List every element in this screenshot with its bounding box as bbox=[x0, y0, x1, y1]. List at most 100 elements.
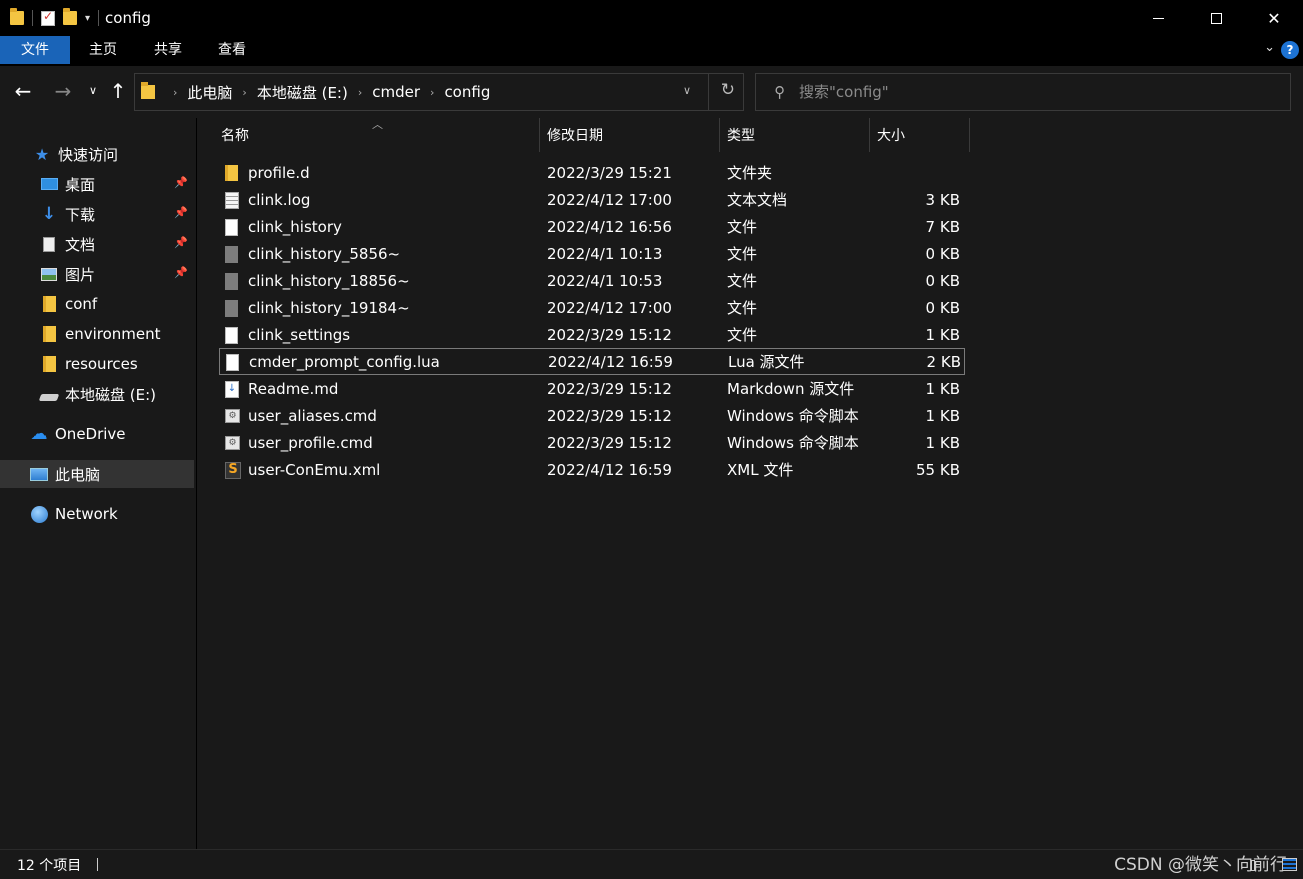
tab-share[interactable]: 共享 bbox=[143, 36, 193, 64]
sidebar-item-label: environment bbox=[65, 325, 161, 343]
table-row[interactable]: ↓ Readme.md 2022/3/29 15:12 Markdown 源文件… bbox=[219, 376, 965, 403]
back-button[interactable]: ← bbox=[12, 80, 34, 102]
column-header-type[interactable]: 类型 bbox=[727, 118, 755, 152]
sidebar-item-label: 文档 bbox=[65, 235, 96, 254]
breadcrumb-config[interactable]: config bbox=[444, 83, 490, 101]
chevron-right-icon[interactable]: › bbox=[173, 86, 177, 99]
chevron-down-icon[interactable]: ⌄ bbox=[1264, 40, 1275, 55]
maximize-button[interactable] bbox=[1187, 0, 1245, 36]
minimize-button[interactable] bbox=[1129, 0, 1187, 36]
tab-home[interactable]: 主页 bbox=[78, 36, 128, 64]
folder-icon bbox=[40, 325, 58, 343]
sidebar-item-documents[interactable]: 文档 📌 bbox=[0, 230, 194, 258]
sidebar-item-conf[interactable]: conf bbox=[0, 290, 194, 318]
column-divider[interactable] bbox=[969, 118, 970, 152]
details-view-icon[interactable] bbox=[1282, 858, 1297, 871]
file-name: cmder_prompt_config.lua bbox=[249, 353, 440, 371]
minimize-icon bbox=[1152, 17, 1164, 19]
file-size: 1 KB bbox=[925, 407, 960, 425]
sidebar-item-this-pc[interactable]: 此电脑 bbox=[0, 460, 194, 488]
chevron-right-icon[interactable]: › bbox=[242, 86, 246, 99]
file-type: Markdown 源文件 bbox=[727, 380, 855, 398]
file-date: 2022/3/29 15:21 bbox=[547, 164, 672, 182]
file-size: 1 KB bbox=[925, 380, 960, 398]
customize-toolbar-icon[interactable]: ▾ bbox=[85, 13, 90, 24]
file-list: ︿ 名称 修改日期 类型 大小 profile.d 2022/3/29 15:2… bbox=[197, 118, 1303, 849]
recent-locations-button[interactable]: ∨ bbox=[82, 80, 104, 102]
temp-file-icon bbox=[225, 241, 241, 267]
folder-icon[interactable] bbox=[10, 8, 24, 25]
file-name: profile.d bbox=[248, 164, 310, 182]
status-divider bbox=[97, 858, 98, 871]
column-divider[interactable] bbox=[719, 118, 720, 152]
navigation-pane: ★ 快速访问 桌面 📌 ↓ 下载 📌 文档 📌 图片 📌 conf enviro… bbox=[0, 118, 196, 849]
table-row[interactable]: clink_history_18856~ 2022/4/1 10:53 文件 0… bbox=[219, 268, 965, 295]
file-size: 2 KB bbox=[926, 353, 961, 371]
xml-file-icon: S bbox=[225, 457, 241, 483]
table-row[interactable]: clink_history_5856~ 2022/4/1 10:13 文件 0 … bbox=[219, 241, 965, 268]
sidebar-item-onedrive[interactable]: ☁ OneDrive bbox=[0, 420, 194, 448]
file-date: 2022/3/29 15:12 bbox=[547, 434, 672, 452]
breadcrumb-cmder[interactable]: cmder bbox=[372, 83, 420, 101]
folder-icon bbox=[141, 82, 155, 99]
chevron-down-icon[interactable]: ∨ bbox=[683, 84, 691, 97]
chevron-right-icon[interactable]: › bbox=[430, 86, 434, 99]
table-row[interactable]: clink_history 2022/4/12 16:56 文件 7 KB bbox=[219, 214, 965, 241]
help-button[interactable]: ? bbox=[1281, 41, 1299, 59]
column-divider[interactable] bbox=[869, 118, 870, 152]
folder-icon bbox=[40, 295, 58, 313]
file-size: 55 KB bbox=[916, 461, 960, 479]
file-type: 文本文档 bbox=[727, 191, 788, 209]
address-bar[interactable]: › 此电脑 › 本地磁盘 (E:) › cmder › config ∨ ↻ bbox=[134, 73, 744, 111]
table-row[interactable]: ⚙ user_aliases.cmd 2022/3/29 15:12 Windo… bbox=[219, 403, 965, 430]
sidebar-item-environment[interactable]: environment bbox=[0, 320, 194, 348]
forward-button[interactable]: → bbox=[52, 80, 74, 102]
breadcrumb-drive-e[interactable]: 本地磁盘 (E:) bbox=[257, 82, 348, 103]
sidebar-item-label: Network bbox=[55, 505, 118, 523]
search-box[interactable]: ⚲ bbox=[755, 73, 1291, 111]
chevron-right-icon[interactable]: › bbox=[358, 86, 362, 99]
table-row[interactable]: cmder_prompt_config.lua 2022/4/12 16:59 … bbox=[219, 348, 965, 375]
table-row[interactable]: ⚙ user_profile.cmd 2022/3/29 15:12 Windo… bbox=[219, 430, 965, 457]
up-button[interactable]: ↑ bbox=[107, 80, 129, 102]
properties-icon[interactable] bbox=[41, 9, 55, 26]
sidebar-item-desktop[interactable]: 桌面 📌 bbox=[0, 170, 194, 198]
sidebar-item-downloads[interactable]: ↓ 下载 📌 bbox=[0, 200, 194, 228]
sidebar-item-label: 快速访问 bbox=[58, 145, 119, 164]
table-row[interactable]: clink_settings 2022/3/29 15:12 文件 1 KB bbox=[219, 322, 965, 349]
table-row[interactable]: clink_history_19184~ 2022/4/12 17:00 文件 … bbox=[219, 295, 965, 322]
address-divider bbox=[708, 74, 709, 110]
sidebar-item-pictures[interactable]: 图片 📌 bbox=[0, 260, 194, 288]
tab-view[interactable]: 查看 bbox=[207, 36, 257, 64]
sidebar-item-quick-access[interactable]: ★ 快速访问 bbox=[0, 140, 194, 168]
close-button[interactable]: ✕ bbox=[1245, 0, 1303, 36]
new-folder-icon[interactable] bbox=[63, 8, 77, 25]
sidebar-item-drive-e[interactable]: 本地磁盘 (E:) bbox=[0, 380, 194, 408]
column-divider[interactable] bbox=[539, 118, 540, 152]
file-name: Readme.md bbox=[248, 380, 339, 398]
network-icon bbox=[30, 505, 48, 523]
tab-file[interactable]: 文件 bbox=[0, 36, 70, 64]
desktop-icon bbox=[40, 175, 58, 193]
refresh-button[interactable]: ↻ bbox=[721, 80, 735, 100]
file-size: 1 KB bbox=[925, 434, 960, 452]
breadcrumb-this-pc[interactable]: 此电脑 bbox=[187, 82, 232, 103]
sidebar-item-network[interactable]: Network bbox=[0, 500, 194, 528]
table-row[interactable]: S user-ConEmu.xml 2022/4/12 16:59 XML 文件… bbox=[219, 457, 965, 484]
file-name: clink_history_19184~ bbox=[248, 299, 410, 317]
column-header-date[interactable]: 修改日期 bbox=[547, 118, 603, 152]
watermark-text: CSDN @微笑丶向前行 bbox=[1114, 855, 1287, 875]
computer-icon bbox=[30, 465, 48, 483]
window-title: config bbox=[105, 9, 151, 27]
search-input[interactable] bbox=[799, 83, 1279, 101]
file-date: 2022/4/12 17:00 bbox=[547, 299, 672, 317]
table-row[interactable]: clink.log 2022/4/12 17:00 文本文档 3 KB bbox=[219, 187, 965, 214]
large-icons-view-icon[interactable] bbox=[1251, 860, 1255, 871]
column-header-name[interactable]: 名称 bbox=[221, 118, 249, 152]
pin-icon: 📌 bbox=[174, 266, 188, 279]
sidebar-item-resources[interactable]: resources bbox=[0, 350, 194, 378]
file-type: 文件 bbox=[727, 218, 758, 236]
table-row[interactable]: profile.d 2022/3/29 15:21 文件夹 bbox=[219, 160, 965, 187]
column-header-size[interactable]: 大小 bbox=[877, 118, 905, 152]
file-type: Windows 命令脚本 bbox=[727, 407, 859, 425]
